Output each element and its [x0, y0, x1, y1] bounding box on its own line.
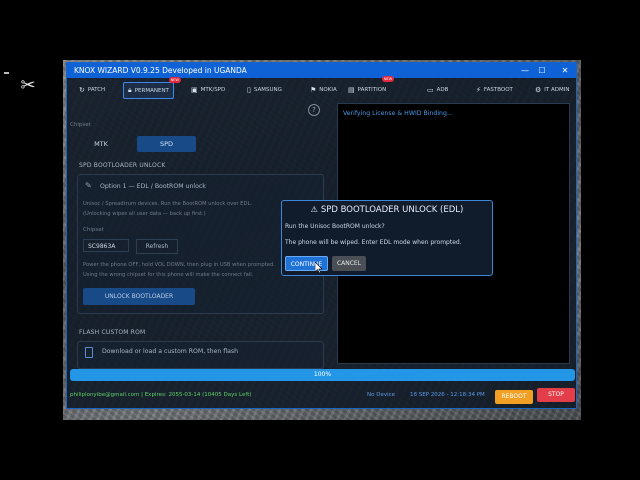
capcut-icon[interactable]: ✂: [14, 74, 42, 98]
flash-rom-card: Download or load a custom ROM, then flas…: [77, 341, 324, 369]
bolt-icon: ⚡︎: [476, 85, 481, 94]
desktop-dash: [4, 72, 9, 74]
chipset-field-label: Chipset: [83, 227, 104, 233]
cancel-button[interactable]: CANCEL: [332, 256, 366, 271]
tab-label: PATCH: [87, 86, 106, 93]
flash-rom-text: Download or load a custom ROM, then flas…: [102, 348, 239, 355]
close-button[interactable]: ✕: [553, 63, 577, 78]
dialog-question: Run the Unisoc BootROM unlock?: [285, 223, 385, 230]
dialog-title-row: ⚠ SPD BOOTLOADER UNLOCK (EDL): [282, 205, 492, 215]
new-badge: NEW: [168, 77, 181, 83]
chipset-select[interactable]: SC9863A: [83, 239, 129, 252]
chipset-mtk-button[interactable]: MTK: [77, 136, 125, 152]
phone-icon: ▯: [247, 85, 251, 94]
lock-icon: 🔒︎: [128, 86, 132, 94]
pencil-icon: ✎: [85, 181, 92, 190]
instruction-text: Power the phone OFF, hold VOL DOWN, then…: [83, 262, 275, 268]
tab-label: FASTBOOT: [483, 86, 513, 93]
window-title: KNOX WIZARD V0.9.25 Developed in UGANDA: [74, 66, 247, 75]
spd-unlock-heading: SPD BOOTLOADER UNLOCK: [79, 162, 166, 169]
cursor-icon: [314, 261, 323, 274]
user-license-status: philiplonyibe@gmail.com | Expires: 2055-…: [70, 392, 252, 398]
confirm-dialog: ⚠ SPD BOOTLOADER UNLOCK (EDL) Run the Uni…: [281, 200, 493, 276]
adb-icon: ▭: [427, 85, 434, 94]
tab-permanent[interactable]: 🔒︎ PERMANENT NEW: [123, 77, 181, 99]
help-icon[interactable]: ?: [308, 104, 320, 116]
admin-icon: ⚙: [535, 85, 542, 94]
warning-icon: ⚠: [310, 205, 318, 214]
mouse-cursor: [314, 258, 323, 274]
unlock-description: Unisoc / Spreadtrum devices. Run the Boo…: [83, 201, 252, 207]
unlock-bootloader-button[interactable]: UNLOCK BOOTLOADER: [83, 288, 195, 305]
tab-samsung[interactable]: ▯ SAMSUNG: [247, 82, 282, 97]
tab-fastboot[interactable]: ⚡︎ FASTBOOT: [476, 82, 513, 97]
tab-adb[interactable]: ▭ ADB: [427, 82, 448, 97]
tab-it-admin[interactable]: ⚙ IT ADMIN: [535, 82, 570, 97]
tab-bar: ↻ PATCH 🔒︎ PERMANENT NEW ▣ MTK/SPD ▯ SAM…: [67, 76, 576, 100]
unlock-warning: (Unlocking wipes all user data — back up…: [83, 211, 206, 217]
option-title: Option 1 — EDL / BootROM unlock: [100, 183, 206, 190]
tab-partition[interactable]: ▤ PARTITION NEW: [348, 76, 395, 97]
tab-label: SAMSUNG: [253, 86, 282, 93]
log-line: Verifying License & HWID Binding...: [343, 110, 453, 117]
reboot-button[interactable]: REBOOT: [495, 390, 533, 404]
progress-bar: 100%: [70, 369, 575, 381]
stop-button[interactable]: STOP: [537, 388, 575, 402]
datetime-status: 18 SEP 2026 - 12:18:34 PM: [410, 392, 485, 398]
title-bar: KNOX WIZARD V0.9.25 Developed in UGANDA …: [67, 63, 576, 78]
tab-label: MTK/SPD: [200, 86, 226, 93]
maximize-button[interactable]: ☐: [530, 63, 554, 78]
phone-icon: [85, 347, 93, 358]
flash-rom-heading: FLASH CUSTOM ROM: [79, 329, 146, 336]
chipset-label: Chipset: [70, 122, 91, 128]
tab-label: IT ADMIN: [544, 86, 570, 93]
chipset-spd-button[interactable]: SPD: [137, 136, 196, 152]
tab-label: PARTITION: [357, 86, 387, 93]
tab-mtk-spd[interactable]: ▣ MTK/SPD: [191, 82, 225, 97]
new-badge: NEW: [381, 76, 395, 82]
device-status: No Device: [367, 392, 396, 398]
chip-icon: ▣: [191, 85, 198, 94]
tab-label: PERMANENT: [134, 87, 169, 94]
tab-label: NOKIA: [319, 86, 337, 93]
partition-icon: ▤: [348, 85, 355, 94]
history-icon: ↻: [79, 85, 85, 94]
refresh-button[interactable]: Refresh: [136, 239, 178, 254]
tab-patch[interactable]: ↻ PATCH: [79, 82, 105, 97]
tab-nokia[interactable]: ⚑ NOKIA: [310, 82, 337, 97]
chipset-warning-text: Using the wrong chipset for this phone w…: [83, 272, 254, 278]
dialog-message: The phone will be wiped. Enter EDL mode …: [285, 239, 462, 246]
dialog-title: SPD BOOTLOADER UNLOCK (EDL): [320, 205, 464, 215]
tab-label: ADB: [436, 86, 449, 93]
nokia-icon: ⚑: [310, 85, 317, 94]
